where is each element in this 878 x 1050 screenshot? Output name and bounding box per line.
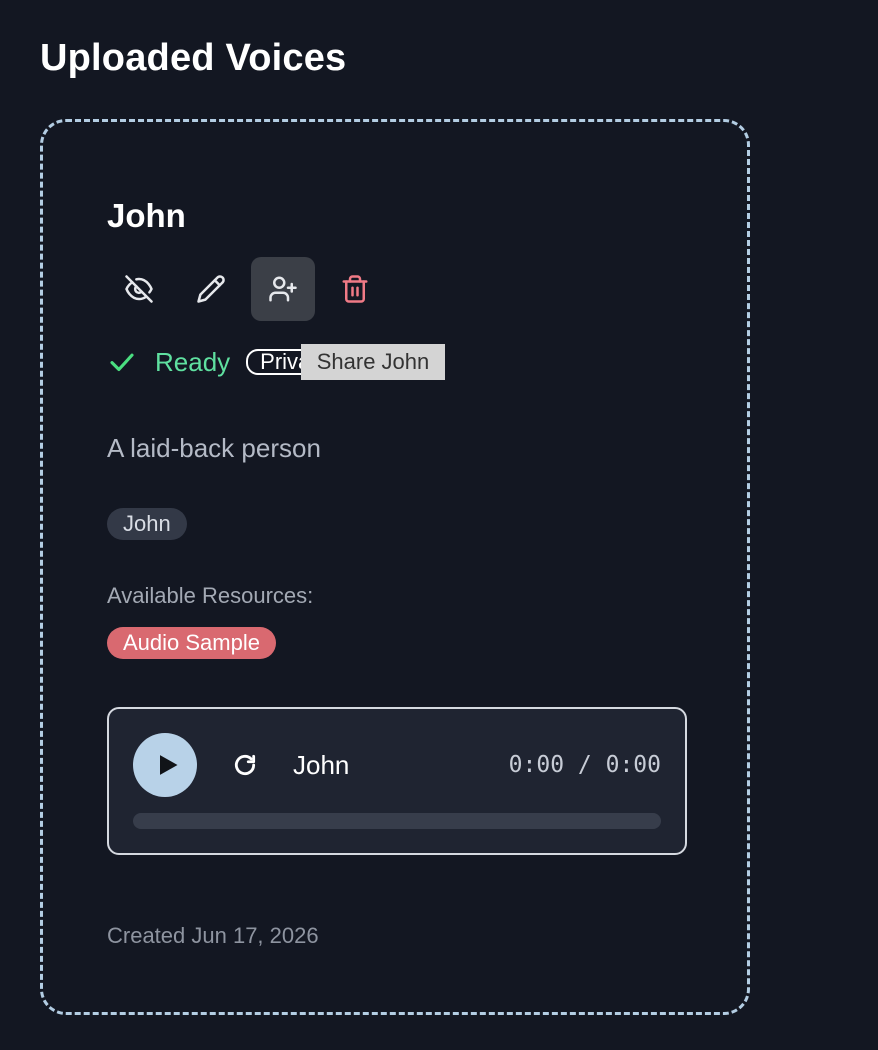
created-date: Created Jun 17, 2026 — [107, 923, 319, 948]
eye-off-icon — [125, 275, 153, 303]
audio-player: John 0:00 / 0:00 — [107, 707, 687, 855]
page: Uploaded Voices John Ready Priva Share J… — [0, 0, 878, 1050]
replay-button[interactable] — [229, 749, 261, 781]
page-title: Uploaded Voices — [40, 37, 347, 79]
share-voice-button[interactable] — [251, 257, 315, 321]
edit-voice-button[interactable] — [179, 257, 243, 321]
status-row: Ready Private — [107, 340, 315, 384]
user-plus-icon — [269, 276, 297, 302]
check-icon — [107, 347, 137, 377]
replay-icon — [234, 754, 256, 776]
voice-actions — [107, 257, 387, 321]
trash-icon — [342, 275, 368, 303]
track-name: John — [293, 750, 350, 780]
play-button[interactable] — [133, 733, 197, 797]
time-display: 0:00 / 0:00 — [508, 752, 661, 778]
voice-tag: John — [107, 508, 187, 540]
hide-voice-button[interactable] — [107, 257, 171, 321]
progress-bar[interactable] — [133, 813, 661, 829]
resource-badge-audio-sample: Audio Sample — [107, 627, 276, 659]
share-tooltip: Share John — [301, 344, 445, 380]
voice-card: John Ready Priva Share John A laid-back … — [40, 119, 750, 1015]
delete-voice-button[interactable] — [323, 257, 387, 321]
status-label: Ready — [155, 346, 231, 377]
pencil-icon — [197, 275, 225, 303]
voice-name: John — [107, 197, 186, 234]
voice-description: A laid-back person — [107, 433, 321, 463]
play-icon — [160, 755, 178, 775]
resources-label: Available Resources: — [107, 583, 314, 608]
